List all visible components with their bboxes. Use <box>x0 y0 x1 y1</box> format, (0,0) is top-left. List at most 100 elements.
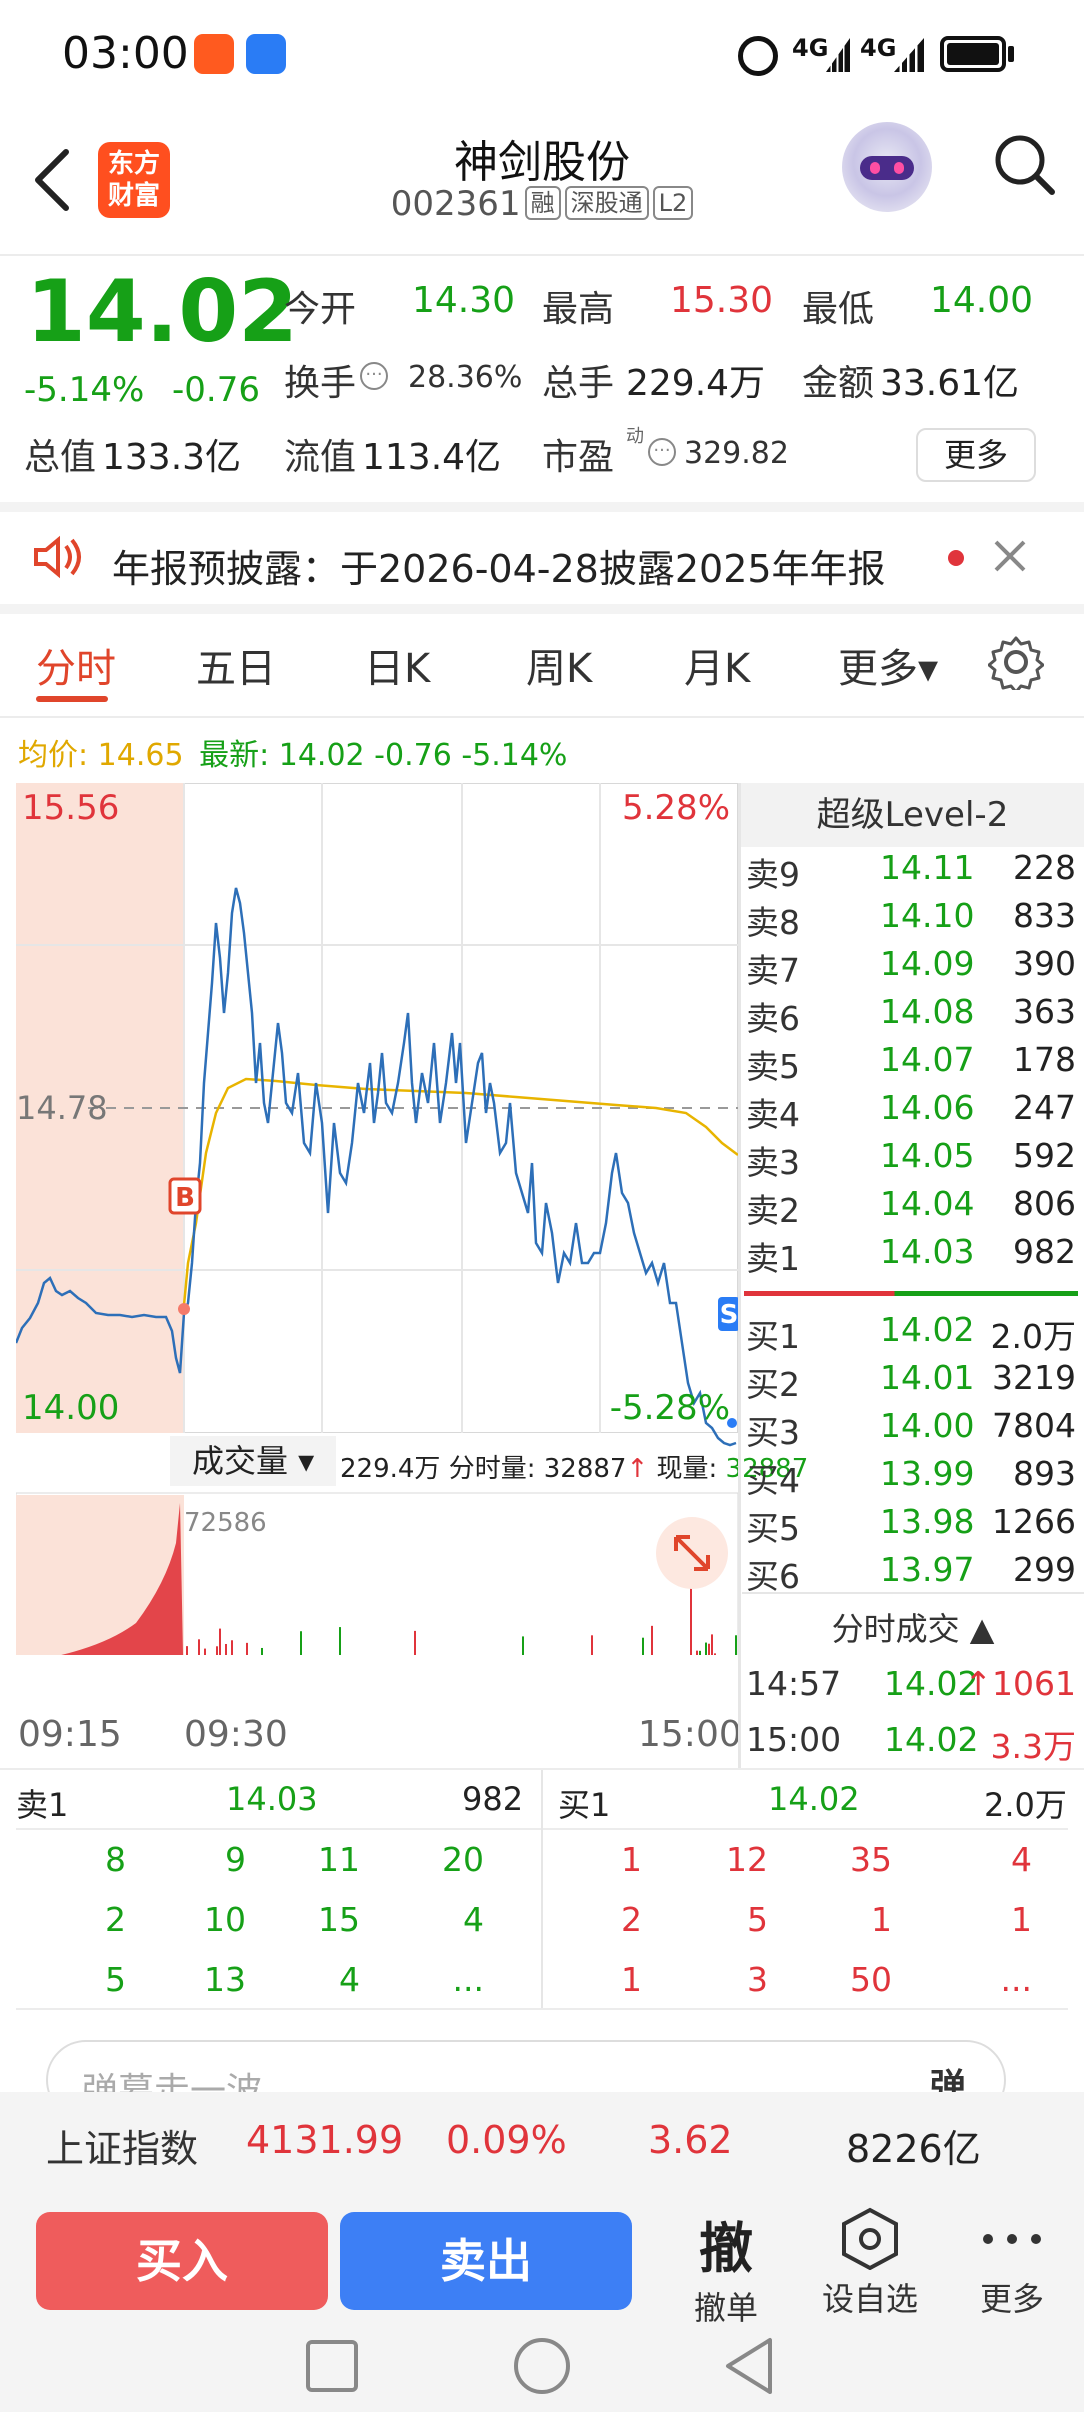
index-pct: 0.09% <box>446 2118 567 2162</box>
chart-settings-button[interactable] <box>987 634 1045 694</box>
tab-five-day[interactable]: 五日 <box>196 636 276 694</box>
queue-sell-cell: 9 <box>225 1840 246 1879</box>
buy-marker-label: B <box>175 1183 195 1213</box>
queue-buy-cell: 50 <box>850 1960 892 1999</box>
avg-value: 14.65 <box>97 738 184 773</box>
level2-title[interactable]: 超级Level-2 <box>741 783 1084 847</box>
queue-sell-cell: ... <box>452 1960 484 1999</box>
cancel-order-button[interactable]: 撤 撤单 <box>666 2204 786 2327</box>
prev-close-label: 14.78 <box>16 1089 108 1127</box>
cancel-icon: 撤 <box>699 2217 753 2280</box>
ask-row-5-vol: 178 <box>1013 1040 1076 1079</box>
ask-row-8[interactable]: 卖8 14.10 833 <box>746 896 1076 944</box>
index-bar[interactable]: 上证指数 4131.99 0.09% 3.62 8226亿 <box>0 2092 1084 2192</box>
queue-sell-cell: 20 <box>442 1840 484 1879</box>
indicator-selector[interactable]: 成交量 ▾ <box>170 1436 336 1486</box>
ask-row-1[interactable]: 卖1 14.03 982 <box>746 1232 1076 1280</box>
queue-sell-vol: 982 <box>462 1780 524 1818</box>
volume-bar <box>300 1631 302 1655</box>
ask-row-9-label: 卖9 <box>746 855 800 894</box>
bid-row-6-price: 13.97 <box>880 1550 975 1589</box>
robot-assistant-icon[interactable] <box>842 122 932 212</box>
ask-row-2[interactable]: 卖2 14.04 806 <box>746 1184 1076 1232</box>
queue-sell-cell: 2 <box>105 1900 126 1939</box>
ask-row-2-price: 14.04 <box>880 1184 975 1223</box>
ask-row-9-price: 14.11 <box>880 848 975 887</box>
volume-bar <box>216 1646 218 1655</box>
ask-row-9[interactable]: 卖9 14.11 228 <box>746 848 1076 896</box>
volume-bar <box>642 1637 644 1655</box>
ask-row-6[interactable]: 卖6 14.08 363 <box>746 992 1076 1040</box>
volume-bar <box>696 1650 698 1655</box>
tab-weekly-k[interactable]: 周K <box>526 636 592 694</box>
ask-row-4-vol: 247 <box>1013 1088 1076 1127</box>
queue-buy-cell: ... <box>1000 1960 1032 1999</box>
signal-icon-2 <box>894 38 924 72</box>
buy-button[interactable]: 买入 <box>36 2212 328 2310</box>
signal-icon <box>826 38 850 72</box>
volume-bar <box>690 1587 692 1655</box>
app-notification-icon <box>194 34 234 74</box>
volume-total: 229.4万 <box>340 1454 441 1484</box>
high-value: 15.30 <box>670 280 774 321</box>
bid-row-5[interactable]: 买5 13.98 1266 <box>746 1502 1076 1550</box>
queue-buy-cell: 35 <box>850 1840 892 1879</box>
expand-chart-button[interactable] <box>656 1517 728 1589</box>
bid-row-3-price: 14.00 <box>880 1406 975 1445</box>
queue-sell-cell: 15 <box>318 1900 360 1939</box>
volume-peak-label: 72586 <box>184 1508 267 1538</box>
speaker-icon <box>30 532 84 586</box>
bid-row-3[interactable]: 买3 14.00 7804 <box>746 1406 1076 1454</box>
add-watchlist-button[interactable]: 设自选 <box>810 2204 930 2324</box>
search-button[interactable] <box>990 130 1060 200</box>
more-nav-button[interactable]: 更多 <box>952 2204 1072 2324</box>
ask-row-3[interactable]: 卖3 14.05 592 <box>746 1136 1076 1184</box>
info-icon-pe[interactable]: ··· <box>648 438 676 466</box>
home-button[interactable] <box>514 2338 570 2394</box>
current-price: 14.02 <box>26 262 299 362</box>
unread-dot <box>948 550 964 566</box>
ask-row-4[interactable]: 卖4 14.06 247 <box>746 1088 1076 1136</box>
network-4g-label: 4G <box>792 34 829 62</box>
ticks-title[interactable]: 分时成交 ▲ <box>742 1604 1084 1650</box>
volume-tick-label: 分时量: <box>448 1454 536 1484</box>
ask-row-5[interactable]: 卖5 14.07 178 <box>746 1040 1076 1088</box>
bid-row-2-label: 买2 <box>746 1365 800 1404</box>
tab-more[interactable]: 更多▾ <box>838 636 938 694</box>
volume-bar <box>225 1643 227 1655</box>
tag-connect: 深股通 <box>564 186 649 220</box>
recent-apps-button[interactable] <box>306 2340 358 2392</box>
orderbook-divider <box>744 1291 1078 1296</box>
battery-tip <box>1008 46 1014 62</box>
ask-row-2-label: 卖2 <box>746 1191 800 1230</box>
bid-row-3-vol: 7804 <box>992 1406 1076 1445</box>
tab-intraday[interactable]: 分时 <box>36 636 116 694</box>
bid-row-2[interactable]: 买2 14.01 3219 <box>746 1358 1076 1406</box>
ask-row-2-vol: 806 <box>1013 1184 1076 1223</box>
volume-label: 总手 <box>542 363 615 404</box>
notice-text[interactable]: 年报预披露：于2026-04-28披露2025年年报 <box>112 538 886 593</box>
bid-row-5-vol: 1266 <box>992 1502 1076 1541</box>
queue-buy-cell: 4 <box>1011 1840 1032 1879</box>
bid-row-5-label: 买5 <box>746 1509 800 1548</box>
volume-bar <box>339 1627 341 1655</box>
more-quote-button[interactable]: 更多 <box>916 428 1036 482</box>
bid-row-1-price: 14.02 <box>880 1310 975 1349</box>
open-label: 今开 <box>284 289 357 330</box>
status-time: 03:00 <box>62 28 189 79</box>
bid-row-1[interactable]: 买1 14.02 2.0万 <box>746 1310 1076 1358</box>
intraday-chart-svg: 14.78 15.56 14.00 5.28% -5.28% B S 72586 <box>16 783 740 1655</box>
bid-row-4[interactable]: 买4 13.99 893 <box>746 1454 1076 1502</box>
sell-button[interactable]: 卖出 <box>340 2212 632 2310</box>
tab-daily-k[interactable]: 日K <box>364 636 430 694</box>
close-notice-button[interactable] <box>990 536 1030 580</box>
volume-value: 229.4万 <box>626 363 766 404</box>
ask-row-7[interactable]: 卖7 14.09 390 <box>746 944 1076 992</box>
system-back-button[interactable] <box>722 2336 778 2400</box>
queue-sell-cell: 4 <box>339 1960 360 1999</box>
info-icon[interactable]: ··· <box>360 362 388 390</box>
bid-row-6[interactable]: 买6 13.97 299 <box>746 1550 1076 1598</box>
time-label-start: 09:15 <box>18 1714 122 1755</box>
queue-buy-cell: 12 <box>726 1840 768 1879</box>
tab-monthly-k[interactable]: 月K <box>684 636 750 694</box>
